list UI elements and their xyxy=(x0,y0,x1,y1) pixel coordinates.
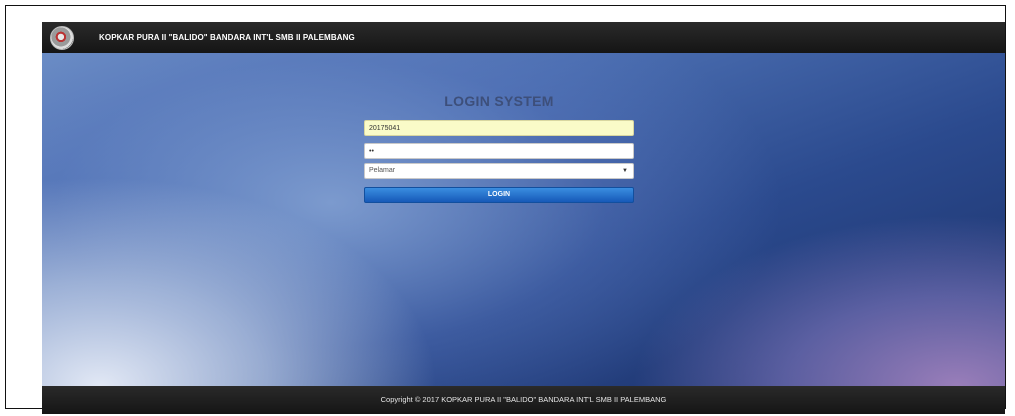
login-title: LOGIN SYSTEM xyxy=(444,93,554,109)
username-input[interactable] xyxy=(364,120,634,136)
top-navbar: KOPKAR PURA II "BALIDO" BANDARA INT'L SM… xyxy=(42,22,1005,53)
password-input[interactable] xyxy=(364,143,634,159)
footer-copyright: Copyright © 2017 KOPKAR PURA II "BALIDO"… xyxy=(380,395,667,404)
footer: Copyright © 2017 KOPKAR PURA II "BALIDO"… xyxy=(42,386,1005,414)
brand-title[interactable]: KOPKAR PURA II "BALIDO" BANDARA INT'L SM… xyxy=(99,33,355,42)
screenshot-frame: KOPKAR PURA II "BALIDO" BANDARA INT'L SM… xyxy=(5,5,1006,414)
cooperative-emblem-icon[interactable] xyxy=(50,25,74,50)
app-window: KOPKAR PURA II "BALIDO" BANDARA INT'L SM… xyxy=(42,22,1005,414)
chevron-down-icon: ▼ xyxy=(622,168,628,174)
login-button[interactable]: LOGIN xyxy=(364,187,634,203)
login-background: LOGIN SYSTEM Pelamar ▼ LOGIN xyxy=(42,53,1005,386)
role-select-value: Pelamar xyxy=(369,167,396,174)
role-select[interactable]: Pelamar ▼ xyxy=(364,163,634,179)
